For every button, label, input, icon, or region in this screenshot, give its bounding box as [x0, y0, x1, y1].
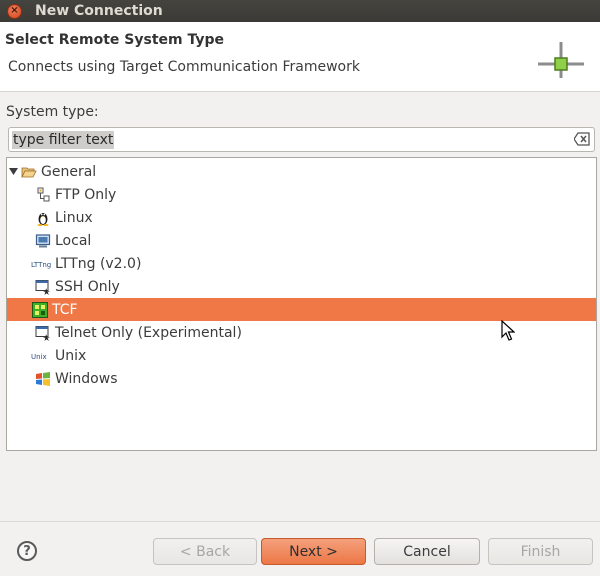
filter-input-text: type filter text [12, 130, 115, 149]
expand-triangle-icon[interactable] [9, 167, 18, 176]
tree-item-label: FTP Only [55, 186, 117, 203]
telnet-terminal-icon [35, 325, 50, 341]
filter-input[interactable]: type filter text [8, 127, 595, 152]
linux-tux-icon [37, 212, 49, 226]
wizard-header: Select Remote System Type Connects using… [0, 22, 600, 92]
cancel-button[interactable]: Cancel [374, 538, 480, 565]
system-type-label: System type: [6, 104, 99, 120]
svg-text:LTTng: LTTng [31, 261, 51, 269]
help-icon: ? [23, 543, 31, 559]
ssh-terminal-icon [35, 279, 50, 295]
unix-icon: Unix [31, 353, 47, 361]
button-bar-separator [0, 521, 600, 522]
tree-item-local[interactable]: Local [7, 229, 596, 252]
tree-item-lttng[interactable]: LTTng LTTng (v2.0) [7, 252, 596, 275]
tree-item-label: LTTng (v2.0) [55, 255, 142, 272]
lttng-icon: LTTng [31, 261, 51, 269]
title-bar: × New Connection [0, 0, 600, 22]
back-button[interactable]: < Back [153, 538, 257, 565]
tree-item-label: Telnet Only (Experimental) [55, 324, 242, 341]
folder-open-icon [21, 167, 37, 177]
tree-item-label: Windows [55, 370, 118, 387]
next-button[interactable]: Next > [261, 538, 366, 565]
tree-item-windows[interactable]: Windows [7, 367, 596, 390]
page-description: Connects using Target Communication Fram… [8, 59, 360, 75]
computer-monitor-icon [35, 233, 51, 247]
tree-group-label: General [41, 163, 97, 180]
close-icon: × [10, 5, 19, 16]
mouse-pointer-icon [501, 320, 515, 341]
tree-item-tcf[interactable]: TCF [7, 298, 596, 321]
tree-item-ssh[interactable]: SSH Only [7, 275, 596, 298]
svg-text:Unix: Unix [31, 353, 47, 361]
tree-item-unix[interactable]: Unix Unix [7, 344, 596, 367]
tree-item-label: TCF [52, 301, 78, 318]
tcf-icon [32, 301, 48, 318]
page-title: Select Remote System Type [5, 32, 225, 48]
tree-item-label: Local [55, 232, 92, 249]
windows-flag-icon [36, 371, 50, 386]
close-window-button[interactable]: × [7, 3, 22, 19]
tree-item-linux[interactable]: Linux [7, 206, 596, 229]
tree-item-label: SSH Only [55, 278, 120, 295]
tree-item-ftp[interactable]: FTP Only [7, 183, 596, 206]
finish-button[interactable]: Finish [488, 538, 593, 565]
tree-item-label: Unix [55, 347, 87, 364]
ftp-icon [37, 187, 50, 201]
window-title: New Connection [35, 3, 163, 19]
help-button[interactable]: ? [17, 541, 37, 561]
system-type-tree[interactable]: General FTP Only Linux Local LTTng LTTng… [6, 157, 597, 451]
network-connection-icon [538, 42, 584, 78]
tree-group-general[interactable]: General [7, 160, 596, 183]
clear-filter-icon[interactable] [574, 132, 590, 146]
tree-item-label: Linux [55, 209, 93, 226]
